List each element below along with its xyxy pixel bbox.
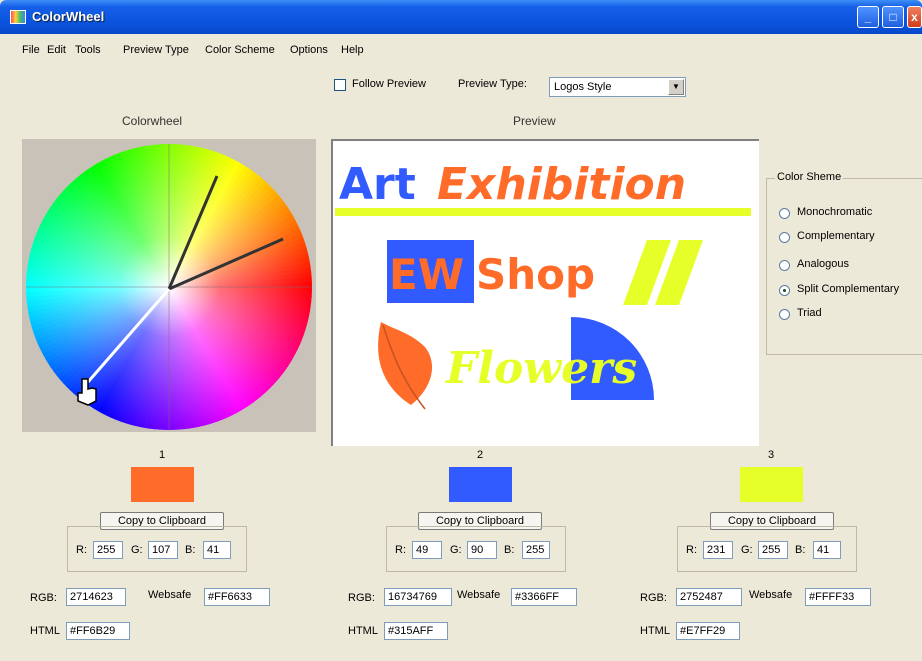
radio-label-split-complementary[interactable]: Split Complementary <box>797 283 899 295</box>
app-icon <box>10 10 26 24</box>
color-1-g-field[interactable]: 107 <box>148 541 178 559</box>
title-bar: ColorWheel _ □ x <box>0 0 922 34</box>
minimize-icon: _ <box>864 10 872 24</box>
preview-panel: Art Exhibition EW Shop Flowers <box>331 139 759 446</box>
close-button[interactable]: x <box>907 6 922 28</box>
color-2-r-field[interactable]: 49 <box>412 541 442 559</box>
radio-split-complementary[interactable] <box>779 285 790 296</box>
color-2-g-label: G: <box>450 544 462 556</box>
radio-label-complementary[interactable]: Complementary <box>797 230 875 242</box>
color-3-html-field[interactable]: #E7FF29 <box>676 622 740 640</box>
color-3-b-label: B: <box>795 544 806 556</box>
preview-text-shop: Shop <box>476 250 595 299</box>
window-title: ColorWheel <box>32 9 105 24</box>
color-1-rgb-label: RGB: <box>30 592 57 604</box>
color-2-number: 2 <box>477 449 484 461</box>
color-3-number: 3 <box>768 449 775 461</box>
radio-label-analogous[interactable]: Analogous <box>797 258 849 270</box>
color-3-swatch[interactable] <box>740 467 803 502</box>
color-1-html-label: HTML <box>30 625 60 637</box>
color-1-b-field[interactable]: 41 <box>203 541 231 559</box>
menu-help[interactable]: Help <box>341 44 364 56</box>
color-3-b-field[interactable]: 41 <box>813 541 841 559</box>
color-1-number: 1 <box>159 449 166 461</box>
preview-text-exhibition: Exhibition <box>437 159 686 210</box>
color-3-rgb-label: RGB: <box>640 592 667 604</box>
radio-label-monochromatic[interactable]: Monochromatic <box>797 206 872 218</box>
minimize-button[interactable]: _ <box>857 6 879 28</box>
colorwheel-title: Colorwheel <box>122 114 183 128</box>
color-3-g-field[interactable]: 255 <box>758 541 788 559</box>
radio-complementary[interactable] <box>779 232 790 243</box>
color-3-g-label: G: <box>741 544 753 556</box>
maximize-icon: □ <box>889 10 897 24</box>
colorwheel-svg[interactable] <box>22 139 316 432</box>
close-icon: x <box>911 10 918 24</box>
color-3-websafe-field[interactable]: #FFFF33 <box>805 588 871 606</box>
color-1-r-field[interactable]: 255 <box>93 541 123 559</box>
preview-title: Preview <box>513 114 556 128</box>
color-2-g-field[interactable]: 90 <box>467 541 497 559</box>
menu-file[interactable]: File <box>22 44 40 56</box>
color-scheme-group: Color Sheme Monochromatic Complementary … <box>766 171 922 355</box>
color-1-websafe-label: Websafe <box>148 589 192 601</box>
color-3-websafe-label: Websafe <box>749 589 793 601</box>
follow-preview-checkbox[interactable] <box>334 79 346 91</box>
menu-color-scheme[interactable]: Color Scheme <box>205 44 275 56</box>
color-1-swatch[interactable] <box>131 467 194 502</box>
radio-triad[interactable] <box>779 309 790 320</box>
color-1-r-label: R: <box>76 544 87 556</box>
color-1-b-label: B: <box>185 544 196 556</box>
color-1-g-label: G: <box>131 544 143 556</box>
menu-options[interactable]: Options <box>290 44 328 56</box>
color-1-rgb-field[interactable]: 2714623 <box>66 588 126 606</box>
preview-text-ew: EW <box>389 250 464 299</box>
color-scheme-legend: Color Sheme <box>775 171 844 183</box>
color-2-websafe-label: Websafe <box>457 589 501 601</box>
color-3-r-field[interactable]: 231 <box>703 541 733 559</box>
color-2-rgb-field[interactable]: 16734769 <box>384 588 452 606</box>
logo-preview-svg: Art Exhibition EW Shop Flowers <box>335 159 751 410</box>
preview-type-value: Logos Style <box>554 81 612 93</box>
color-2-rgb-label: RGB: <box>348 592 375 604</box>
menu-tools[interactable]: Tools <box>75 44 101 56</box>
color-3-html-label: HTML <box>640 625 670 637</box>
color-1-websafe-field[interactable]: #FF6633 <box>204 588 270 606</box>
color-2-b-label: B: <box>504 544 515 556</box>
color-2-websafe-field[interactable]: #3366FF <box>511 588 577 606</box>
color-2-html-label: HTML <box>348 625 378 637</box>
color-2-html-field[interactable]: #315AFF <box>384 622 448 640</box>
dropdown-arrow-icon[interactable]: ▼ <box>668 79 684 95</box>
preview-type-label: Preview Type: <box>458 78 527 90</box>
color-2-b-field[interactable]: 255 <box>522 541 550 559</box>
color-3-rgb-field[interactable]: 2752487 <box>676 588 742 606</box>
radio-label-triad[interactable]: Triad <box>797 307 822 319</box>
menu-preview-type[interactable]: Preview Type <box>123 44 189 56</box>
menu-bar: File Edit Tools Preview Type Color Schem… <box>0 40 922 62</box>
maximize-button[interactable]: □ <box>882 6 904 28</box>
color-3-r-label: R: <box>686 544 697 556</box>
preview-type-select[interactable]: Logos Style ▼ <box>549 77 686 97</box>
preview-text-flowers: Flowers <box>444 343 637 394</box>
preview-text-art: Art <box>339 159 416 210</box>
follow-preview-label[interactable]: Follow Preview <box>352 78 426 90</box>
color-2-swatch[interactable] <box>449 467 512 502</box>
menu-edit[interactable]: Edit <box>47 44 66 56</box>
color-1-html-field[interactable]: #FF6B29 <box>66 622 130 640</box>
color-2-r-label: R: <box>395 544 406 556</box>
colorwheel-panel[interactable] <box>22 139 316 432</box>
radio-analogous[interactable] <box>779 260 790 271</box>
preview-underline-bar <box>335 208 751 216</box>
radio-monochromatic[interactable] <box>779 208 790 219</box>
